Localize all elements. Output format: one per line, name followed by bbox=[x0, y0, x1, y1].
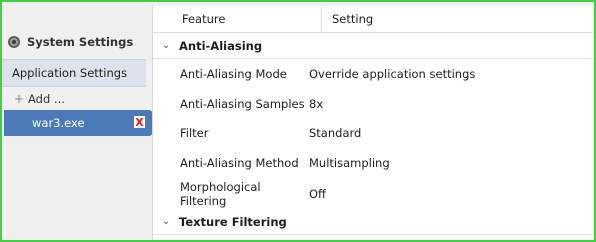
group-texture-filtering[interactable]: ⌄ Texture Filtering bbox=[153, 209, 593, 235]
chevron-down-icon: ⌄ bbox=[161, 40, 171, 51]
group-anti-aliasing[interactable]: ⌄ Anti-Aliasing bbox=[153, 33, 593, 59]
system-settings-item[interactable]: System Settings bbox=[4, 28, 146, 56]
setting-feature: Morphological Filtering bbox=[180, 180, 261, 208]
setting-value: Standard bbox=[309, 126, 362, 140]
chevron-down-icon: ⌄ bbox=[161, 216, 171, 227]
setting-feature: Anti-Aliasing Method bbox=[180, 156, 299, 170]
setting-value: Off bbox=[309, 187, 326, 201]
setting-feature: Anti-Aliasing Samples bbox=[180, 97, 305, 111]
column-header-feature[interactable]: Feature bbox=[153, 6, 322, 32]
setting-row[interactable]: Anti-Aliasing Mode Override application … bbox=[153, 60, 593, 88]
remove-application-icon[interactable]: X bbox=[134, 116, 145, 128]
setting-feature: Filter bbox=[180, 126, 209, 140]
column-header: Feature Setting bbox=[153, 6, 593, 33]
column-feature-label: Feature bbox=[182, 12, 226, 26]
add-application-button[interactable]: + Add ... bbox=[2, 87, 146, 111]
column-header-setting[interactable]: Setting bbox=[322, 6, 373, 32]
application-item-war3[interactable]: war3.exe bbox=[4, 110, 150, 136]
setting-value: 8x bbox=[309, 97, 324, 111]
application-settings-header: Application Settings bbox=[2, 59, 146, 87]
setting-value: Multisampling bbox=[309, 156, 390, 170]
application-item-label: war3.exe bbox=[32, 116, 85, 130]
application-settings-label: Application Settings bbox=[12, 66, 128, 80]
column-setting-label: Setting bbox=[332, 12, 374, 26]
setting-value: Override application settings bbox=[309, 67, 476, 81]
add-application-label: Add ... bbox=[28, 92, 65, 106]
group-label: Texture Filtering bbox=[179, 214, 287, 229]
gear-icon bbox=[8, 36, 20, 48]
group-label: Anti-Aliasing bbox=[179, 38, 263, 53]
system-settings-label: System Settings bbox=[27, 35, 134, 49]
setting-row[interactable]: Anti-Aliasing Method Multisampling bbox=[153, 149, 593, 177]
setting-row[interactable]: Anti-Aliasing Samples 8x bbox=[153, 90, 593, 118]
setting-row[interactable]: Morphological Filtering Off bbox=[153, 180, 593, 208]
plus-icon: + bbox=[14, 92, 25, 106]
settings-panel: Feature Setting ⌄ Anti-Aliasing Anti-Ali… bbox=[152, 6, 593, 240]
setting-row[interactable]: Filter Standard bbox=[153, 119, 593, 147]
setting-feature: Anti-Aliasing Mode bbox=[180, 67, 287, 81]
